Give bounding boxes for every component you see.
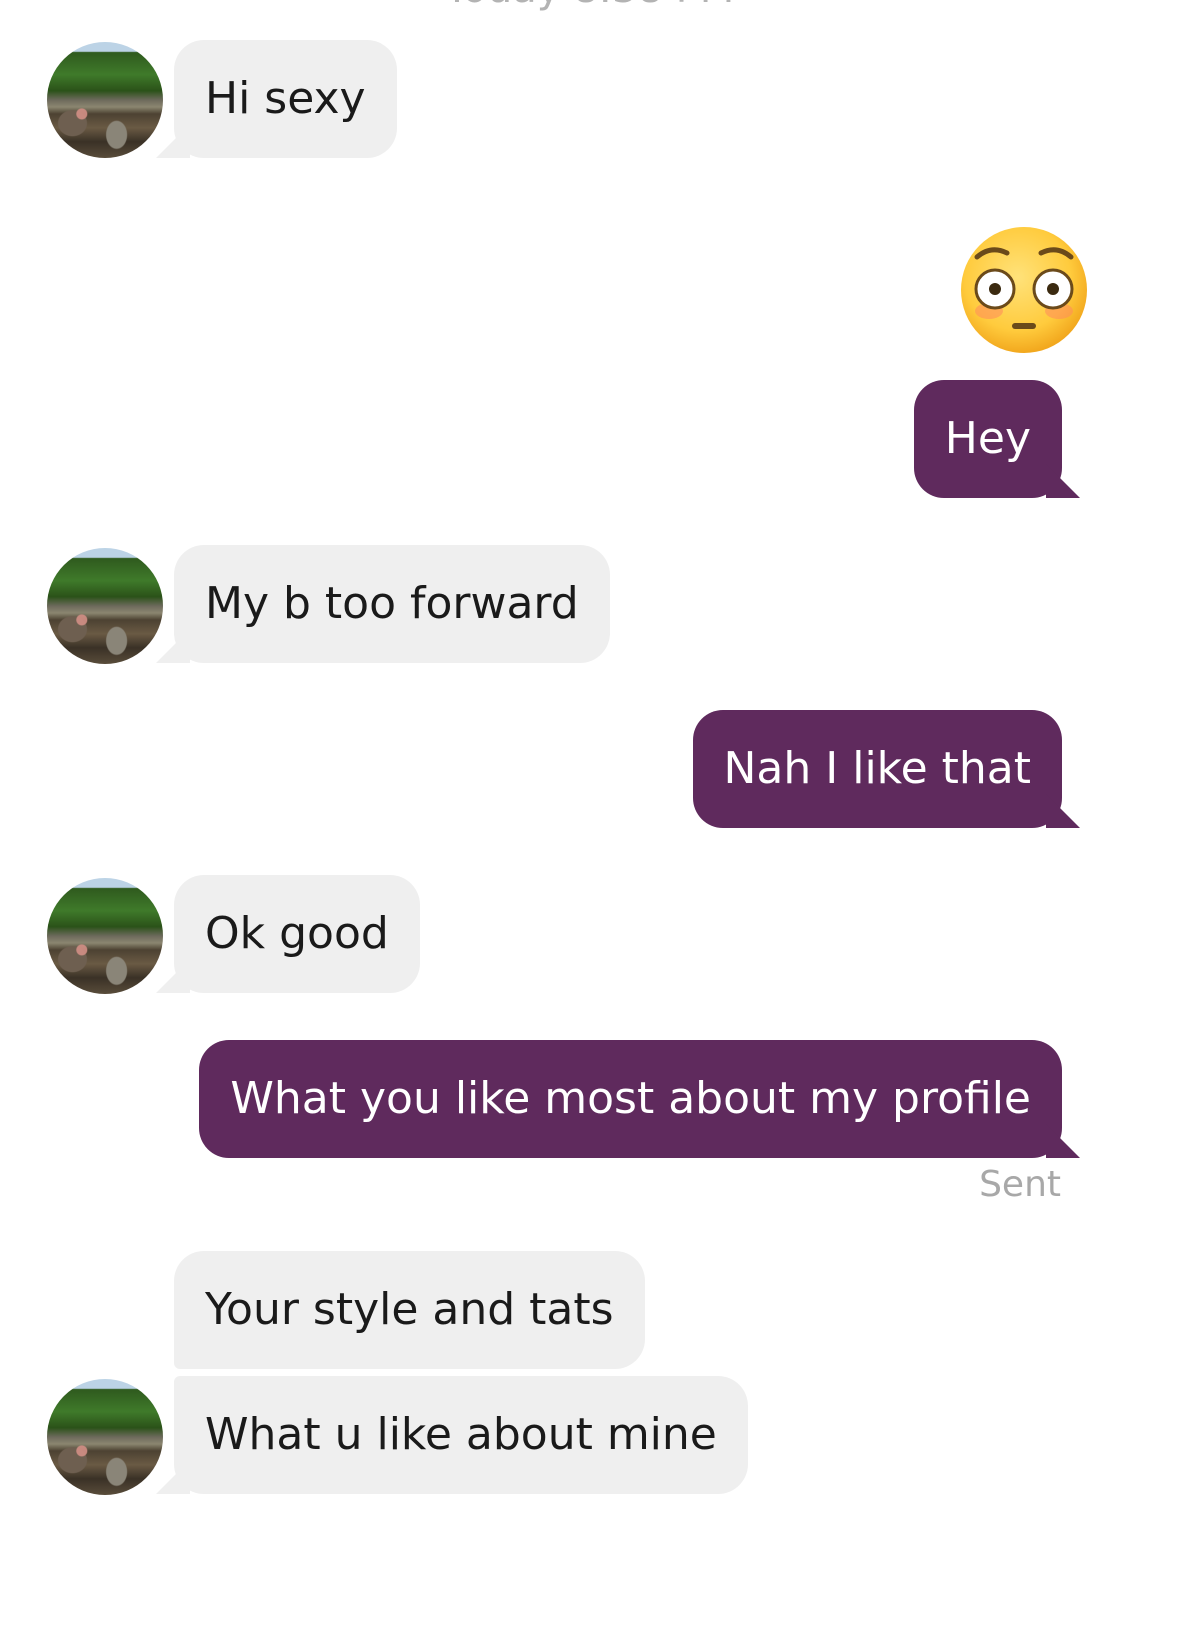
outgoing-message-bubble[interactable]: What you like most about my profile bbox=[199, 1040, 1062, 1158]
message-text: Hi sexy bbox=[205, 73, 366, 124]
message-text: Your style and tats bbox=[205, 1284, 614, 1335]
message-text: Nah I like that bbox=[723, 743, 1031, 794]
flushed-face-emoji-icon[interactable] bbox=[959, 225, 1089, 355]
message-text: Hey bbox=[944, 413, 1031, 464]
outgoing-message-bubble[interactable]: Nah I like that bbox=[692, 710, 1062, 828]
incoming-message-bubble[interactable]: Ok good bbox=[174, 875, 420, 993]
incoming-message-bubble[interactable]: Hi sexy bbox=[174, 40, 397, 158]
incoming-message-bubble[interactable]: What u like about mine bbox=[174, 1376, 748, 1494]
contact-avatar[interactable] bbox=[47, 548, 163, 664]
contact-avatar[interactable] bbox=[47, 878, 163, 994]
incoming-message-bubble[interactable]: My b too forward bbox=[174, 545, 610, 663]
contact-avatar[interactable] bbox=[47, 1379, 163, 1495]
message-text: What u like about mine bbox=[205, 1409, 717, 1460]
conversation-timestamp: Today 8:38 PM bbox=[0, 0, 1179, 12]
message-text: What you like most about my profile bbox=[230, 1073, 1031, 1124]
message-text: My b too forward bbox=[205, 578, 579, 629]
chat-screen: Today 8:38 PM Hi sexy Hey My b too forwa… bbox=[0, 0, 1179, 1625]
delivery-status: Sent bbox=[979, 1164, 1061, 1205]
incoming-message-bubble[interactable]: Your style and tats bbox=[174, 1251, 645, 1369]
contact-avatar[interactable] bbox=[47, 42, 163, 158]
outgoing-message-bubble[interactable]: Hey bbox=[913, 380, 1062, 498]
message-text: Ok good bbox=[205, 908, 389, 959]
